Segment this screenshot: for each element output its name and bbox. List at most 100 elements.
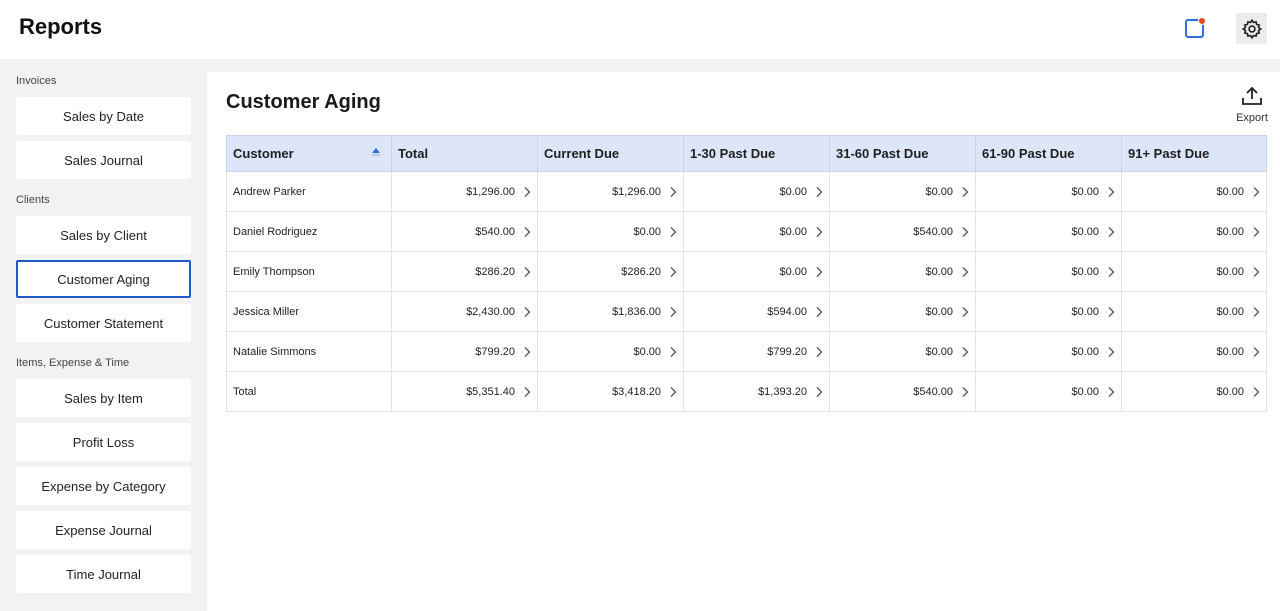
amount-value: $0.00	[1071, 305, 1099, 318]
amount-cell[interactable]: $799.20	[391, 331, 538, 372]
amount-cell[interactable]: $0.00	[975, 251, 1122, 292]
amount-cell[interactable]: $0.00	[1121, 171, 1267, 212]
table-header-row: Customer Total Current Due 1-30 Past Due…	[226, 135, 1267, 172]
amount-cell[interactable]: $1,836.00	[537, 291, 684, 332]
chevron-right-icon	[1107, 266, 1115, 278]
amount-cell[interactable]: $0.00	[1121, 291, 1267, 332]
amount-cell[interactable]: $1,296.00	[391, 171, 538, 212]
customer-name-cell: Total	[226, 371, 392, 412]
sidebar-item-profit-loss[interactable]: Profit Loss	[16, 423, 191, 461]
amount-value: $0.00	[1216, 345, 1244, 358]
amount-cell[interactable]: $286.20	[537, 251, 684, 292]
sidebar-item-sales-by-date[interactable]: Sales by Date	[16, 97, 191, 135]
chevron-right-icon	[523, 266, 531, 278]
amount-value: $0.00	[633, 345, 661, 358]
sidebar-item-customer-statement[interactable]: Customer Statement	[16, 304, 191, 342]
amount-value: $0.00	[1216, 305, 1244, 318]
column-header-total[interactable]: Total	[391, 135, 538, 172]
notification-button[interactable]	[1183, 15, 1209, 41]
amount-value: $286.20	[475, 265, 515, 278]
customer-name-cell: Emily Thompson	[226, 251, 392, 292]
amount-cell[interactable]: $0.00	[975, 291, 1122, 332]
settings-button[interactable]	[1236, 13, 1267, 44]
sidebar-item-expense-journal[interactable]: Expense Journal	[16, 511, 191, 549]
sort-ascending-icon[interactable]	[371, 147, 381, 157]
export-button[interactable]: Export	[1232, 86, 1272, 124]
amount-cell[interactable]: $0.00	[829, 291, 976, 332]
amount-cell[interactable]: $540.00	[829, 371, 976, 412]
amount-cell[interactable]: $0.00	[975, 331, 1122, 372]
chevron-right-icon	[669, 386, 677, 398]
amount-cell[interactable]: $594.00	[683, 291, 830, 332]
amount-value: $0.00	[1216, 225, 1244, 238]
chevron-right-icon	[523, 306, 531, 318]
amount-cell[interactable]: $3,418.20	[537, 371, 684, 412]
top-bar: Reports	[0, 0, 1280, 59]
amount-value: $0.00	[1071, 345, 1099, 358]
upload-icon	[1242, 86, 1262, 105]
table-row: Total $5,351.40 $3,418.20 $1,393.20 $540.00 $…	[226, 371, 1267, 412]
sidebar-item-sales-journal[interactable]: Sales Journal	[16, 141, 191, 179]
amount-cell[interactable]: $0.00	[1121, 371, 1267, 412]
export-label: Export	[1236, 112, 1268, 124]
amount-cell[interactable]: $0.00	[537, 331, 684, 372]
amount-cell[interactable]: $0.00	[975, 171, 1122, 212]
amount-value: $1,393.20	[758, 385, 807, 398]
chevron-right-icon	[669, 186, 677, 198]
amount-cell[interactable]: $2,430.00	[391, 291, 538, 332]
amount-cell[interactable]: $1,296.00	[537, 171, 684, 212]
amount-cell[interactable]: $0.00	[537, 211, 684, 252]
amount-cell[interactable]: $540.00	[391, 211, 538, 252]
amount-cell[interactable]: $1,393.20	[683, 371, 830, 412]
section-label-items-expense-time: Items, Expense & Time	[16, 357, 130, 369]
amount-value: $540.00	[913, 225, 953, 238]
chevron-right-icon	[1252, 186, 1260, 198]
chevron-right-icon	[815, 386, 823, 398]
section-label-invoices: Invoices	[16, 75, 57, 87]
amount-cell[interactable]: $0.00	[683, 251, 830, 292]
column-header-customer[interactable]: Customer	[226, 135, 392, 172]
amount-cell[interactable]: $0.00	[829, 251, 976, 292]
amount-cell[interactable]: $0.00	[975, 211, 1122, 252]
sidebar-item-time-journal[interactable]: Time Journal	[16, 555, 191, 593]
sidebar-item-sales-by-item[interactable]: Sales by Item	[16, 379, 191, 417]
chevron-right-icon	[669, 266, 677, 278]
chevron-right-icon	[1252, 266, 1260, 278]
notification-dot	[1198, 17, 1206, 25]
amount-value: $2,430.00	[466, 305, 515, 318]
app-title: Reports	[19, 14, 103, 39]
column-header-1-30-past-due[interactable]: 1-30 Past Due	[683, 135, 830, 172]
sidebar-item-sales-by-client[interactable]: Sales by Client	[16, 216, 191, 254]
amount-value: $5,351.40	[466, 385, 515, 398]
amount-cell[interactable]: $0.00	[1121, 211, 1267, 252]
amount-value: $0.00	[1216, 385, 1244, 398]
chevron-right-icon	[669, 306, 677, 318]
column-header-91-plus-past-due[interactable]: 91+ Past Due	[1121, 135, 1267, 172]
amount-cell[interactable]: $0.00	[975, 371, 1122, 412]
amount-value: $0.00	[925, 185, 953, 198]
column-header-31-60-past-due[interactable]: 31-60 Past Due	[829, 135, 976, 172]
amount-value: $0.00	[1216, 265, 1244, 278]
sidebar-item-customer-aging[interactable]: Customer Aging	[16, 260, 191, 298]
amount-value: $0.00	[633, 225, 661, 238]
amount-value: $540.00	[913, 385, 953, 398]
sidebar-item-expense-by-category[interactable]: Expense by Category	[16, 467, 191, 505]
customer-name-cell: Jessica Miller	[226, 291, 392, 332]
amount-cell[interactable]: $0.00	[683, 171, 830, 212]
amount-cell[interactable]: $0.00	[683, 211, 830, 252]
amount-cell[interactable]: $540.00	[829, 211, 976, 252]
chevron-right-icon	[1107, 186, 1115, 198]
amount-cell[interactable]: $286.20	[391, 251, 538, 292]
amount-cell[interactable]: $5,351.40	[391, 371, 538, 412]
section-label-clients: Clients	[16, 194, 50, 206]
chevron-right-icon	[961, 346, 969, 358]
amount-cell[interactable]: $799.20	[683, 331, 830, 372]
amount-cell[interactable]: $0.00	[1121, 251, 1267, 292]
column-header-current-due[interactable]: Current Due	[537, 135, 684, 172]
amount-cell[interactable]: $0.00	[829, 331, 976, 372]
amount-value: $0.00	[925, 345, 953, 358]
chevron-right-icon	[523, 186, 531, 198]
column-header-61-90-past-due[interactable]: 61-90 Past Due	[975, 135, 1122, 172]
amount-cell[interactable]: $0.00	[829, 171, 976, 212]
amount-cell[interactable]: $0.00	[1121, 331, 1267, 372]
